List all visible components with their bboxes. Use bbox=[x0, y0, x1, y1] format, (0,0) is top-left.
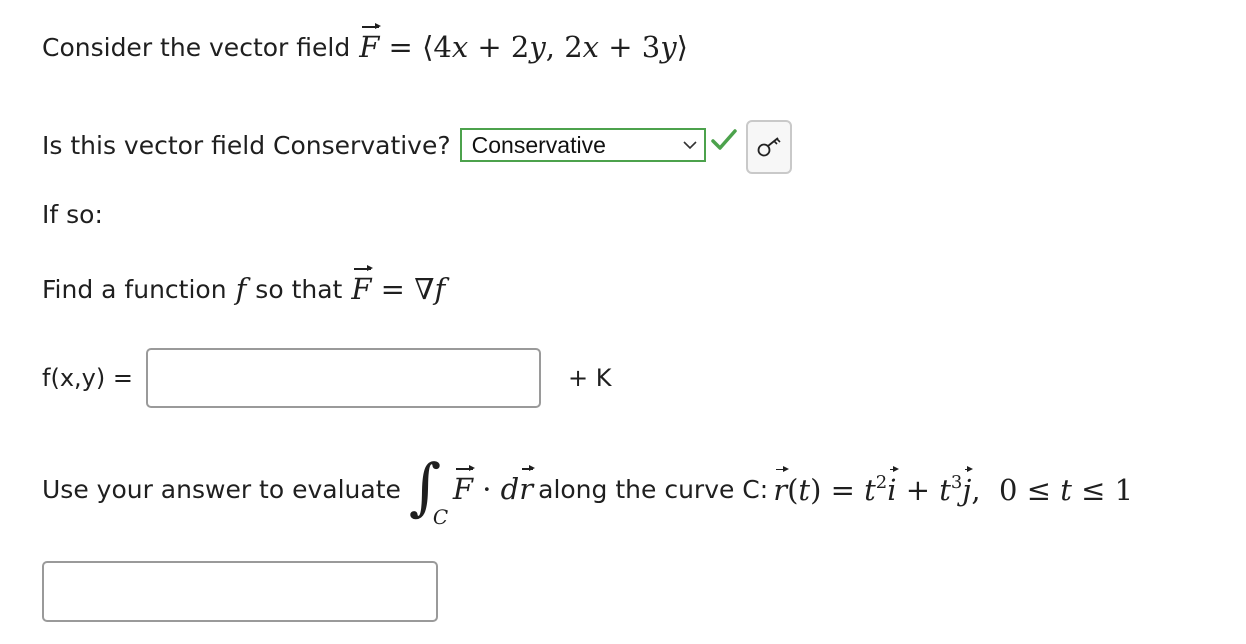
plus-k-label: + K bbox=[568, 364, 612, 392]
function-symbol: f bbox=[235, 272, 247, 306]
integral-subscript: C bbox=[432, 505, 449, 529]
consider-prefix: Consider the vector field bbox=[42, 32, 351, 62]
vector-field-formula: F = ⟨4x + 2y, 2x + 3y⟩ bbox=[359, 23, 688, 64]
curve-label: along the curve C: bbox=[538, 474, 769, 504]
find-function-statement: Find a function f so that F = ∇f bbox=[42, 265, 446, 306]
evaluate-prefix: Use your answer to evaluate bbox=[42, 474, 401, 504]
key-button[interactable] bbox=[745, 120, 792, 174]
conservative-question-row: Is this vector field Conservative? Conse… bbox=[42, 116, 792, 174]
integral-sign: ∫ C bbox=[408, 450, 449, 529]
gradient-formula: F = ∇f bbox=[351, 265, 446, 306]
if-so-label: If so: bbox=[42, 200, 103, 229]
find-function-middle: so that bbox=[255, 274, 343, 304]
line-integral-answer-input[interactable] bbox=[42, 561, 438, 622]
key-icon bbox=[757, 137, 781, 157]
check-icon bbox=[710, 129, 737, 150]
vector-field-statement: Consider the vector field F = ⟨4x + 2y, … bbox=[42, 23, 688, 64]
potential-function-input[interactable] bbox=[146, 348, 541, 408]
if-so-row: If so: bbox=[42, 200, 103, 229]
find-function-prefix: Find a function bbox=[42, 274, 227, 304]
chevron-down-icon bbox=[683, 141, 697, 150]
conservative-question-label: Is this vector field Conservative? bbox=[42, 130, 451, 160]
conservative-select[interactable]: Conservative bbox=[459, 128, 706, 162]
conservative-select-value: Conservative bbox=[471, 131, 606, 158]
curve-formula: r(t) = t2i + t3j, 0 ≤ t ≤ 1 bbox=[773, 465, 1134, 507]
potential-function-row: f(x,y) = + K bbox=[42, 348, 611, 408]
line-integral-statement: Use your answer to evaluate ∫ C F · dr a… bbox=[42, 444, 1133, 534]
integrand-formula: F · dr bbox=[452, 465, 535, 506]
fxy-label: f(x,y) = bbox=[42, 364, 133, 392]
